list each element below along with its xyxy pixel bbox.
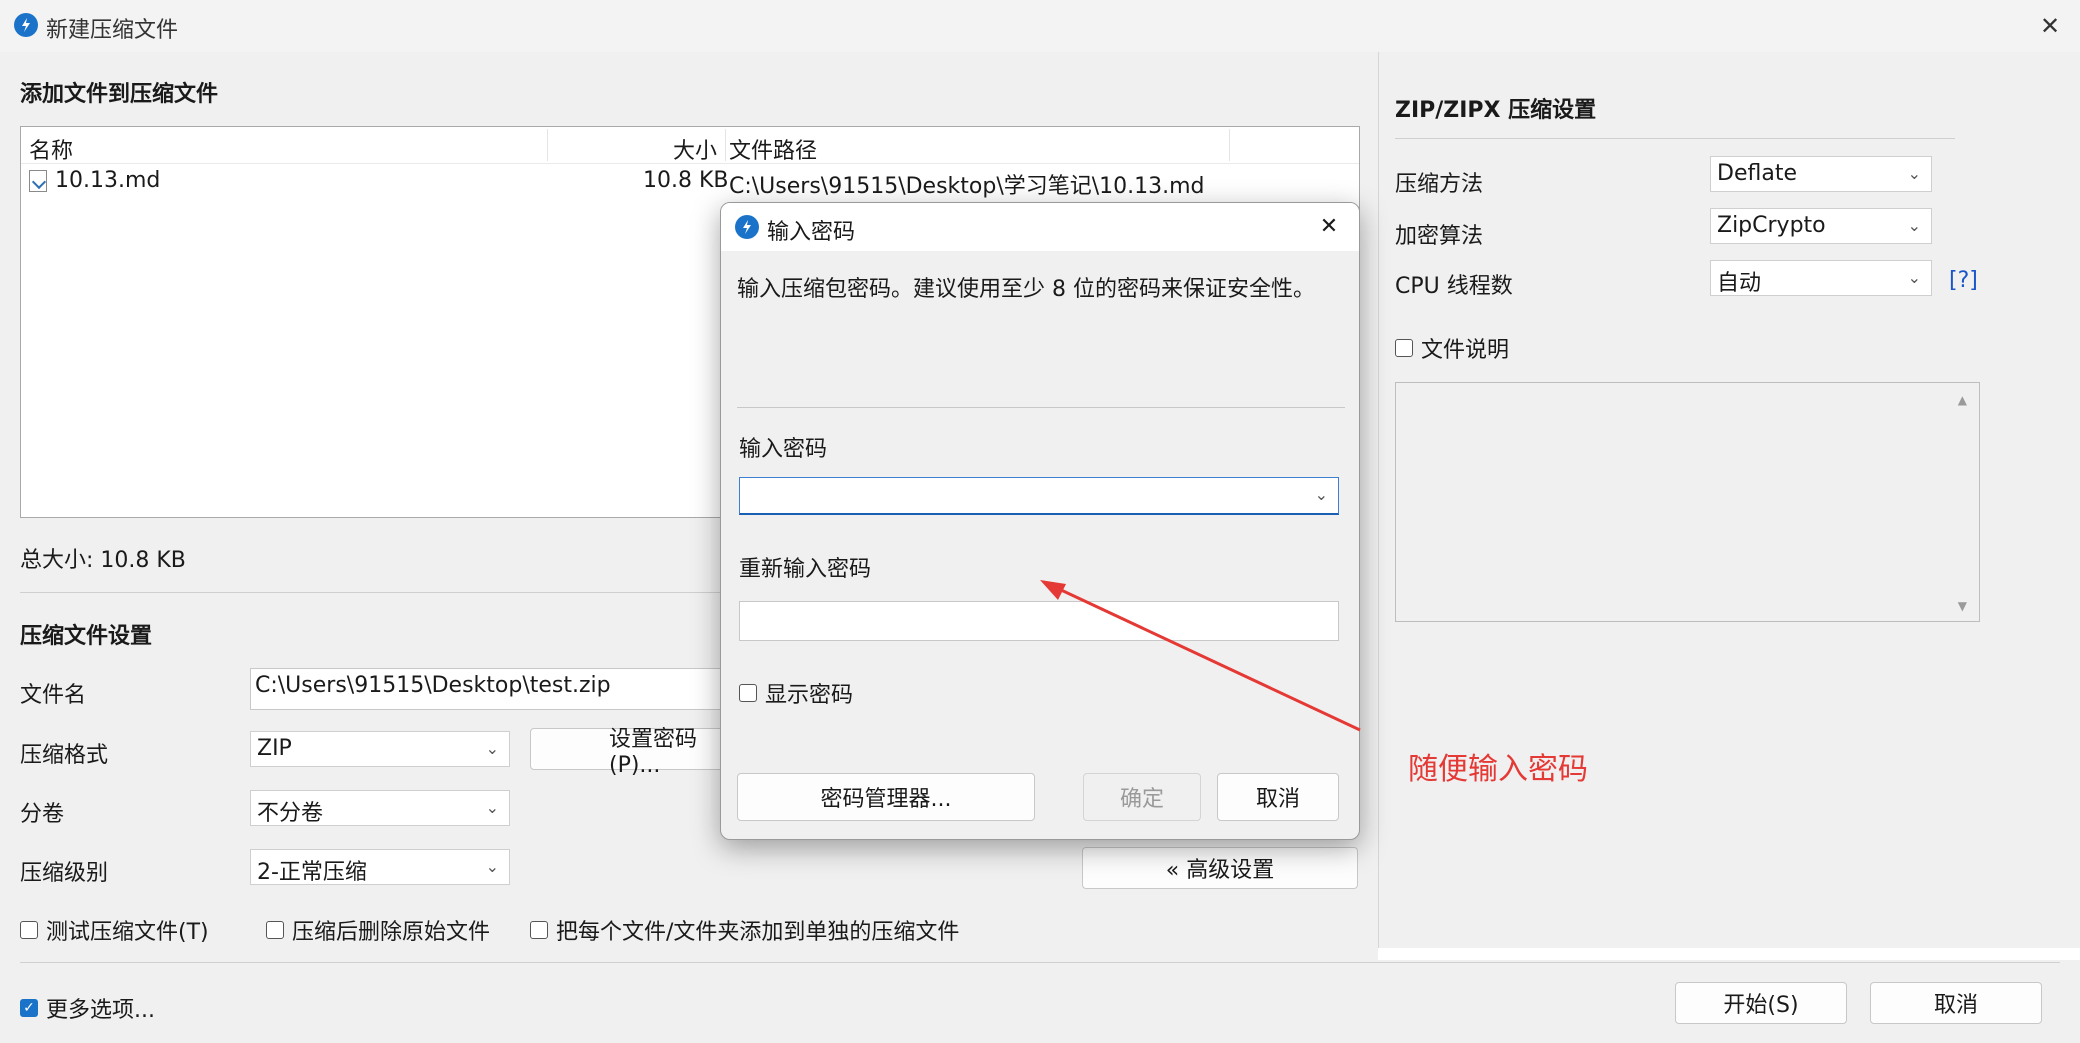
files-heading: 添加文件到压缩文件 [20, 82, 219, 107]
dialog-title: 输入密码 [767, 220, 856, 245]
ok-button[interactable]: 确定 [1083, 773, 1201, 821]
cancel-button[interactable]: 取消 [1870, 982, 2042, 1024]
comment-textarea[interactable]: ▲ ▼ [1395, 382, 1980, 622]
checkmark-icon[interactable]: ✓ [20, 999, 38, 1017]
annotation-text: 随便输入密码 [1408, 752, 1588, 787]
set-password-button[interactable]: 设置密码(P)... [530, 727, 730, 778]
dialog-close-button[interactable]: ✕ [1311, 209, 1347, 245]
file-name-cell: 10.13.md [55, 168, 161, 193]
volume-select[interactable]: 不分卷 ⌄ [250, 790, 510, 826]
level-select[interactable]: 2-正常压缩 ⌄ [250, 849, 510, 885]
checkbox-box[interactable] [20, 921, 38, 939]
chevron-down-icon[interactable]: ⌄ [1315, 485, 1328, 504]
column-divider[interactable] [547, 129, 548, 161]
zip-settings-heading: ZIP/ZIPX 压缩设置 [1395, 98, 1597, 123]
comment-label: 文件说明 [1421, 338, 1510, 363]
threads-value: 自动 [1717, 271, 1762, 296]
checkbox-box[interactable] [739, 684, 757, 702]
table-row[interactable]: 10.13.md 10.8 KB C:\Users\91515\Desktop\… [21, 165, 1359, 199]
column-header-size[interactable]: 大小 [673, 133, 717, 165]
window-title-bar: 新建压缩文件 ✕ [0, 0, 2080, 52]
column-divider[interactable] [725, 129, 726, 161]
test-archive-label: 测试压缩文件(T) [46, 920, 209, 945]
chevron-down-icon: ⌄ [1907, 216, 1921, 235]
comment-checkbox[interactable]: 文件说明 [1395, 332, 1509, 364]
column-header-name[interactable]: 名称 [29, 133, 73, 165]
filename-value: C:\Users\91515\Desktop\test.zip [255, 673, 611, 698]
filename-field[interactable]: C:\Users\91515\Desktop\test.zip [250, 668, 730, 710]
checkbox-box[interactable] [1395, 339, 1413, 357]
checkbox-box[interactable] [266, 921, 284, 939]
divider [20, 962, 2060, 963]
volume-label: 分卷 [20, 802, 65, 827]
chevron-down-icon: ⌄ [485, 798, 499, 817]
cancel-button-label: 取消 [1933, 993, 1978, 1018]
level-value: 2-正常压缩 [257, 860, 367, 885]
column-divider[interactable] [1229, 129, 1230, 161]
file-size-cell: 10.8 KB [643, 168, 729, 193]
ok-button-label: 确定 [1119, 787, 1164, 812]
password-manager-button[interactable]: 密码管理器... [737, 773, 1035, 821]
chevron-down-icon: ⌄ [485, 739, 499, 758]
app-logo-icon [14, 13, 38, 37]
chevron-down-icon: ⌄ [1907, 268, 1921, 287]
annotation-arrow-icon [1040, 580, 1361, 732]
dialog-title-bar: 输入密码 ✕ [721, 203, 1359, 251]
show-password-checkbox[interactable]: 显示密码 [739, 677, 853, 709]
format-label: 压缩格式 [20, 743, 109, 768]
encryption-select[interactable]: ZipCrypto ⌄ [1710, 208, 1932, 244]
test-archive-checkbox[interactable]: 测试压缩文件(T) [20, 914, 209, 946]
separate-archives-checkbox[interactable]: 把每个文件/文件夹添加到单独的压缩文件 [530, 914, 959, 946]
format-value: ZIP [257, 736, 292, 761]
advanced-settings-button[interactable]: « 高级设置 [1082, 847, 1358, 889]
encryption-label: 加密算法 [1395, 224, 1484, 249]
password-input[interactable]: ⌄ [739, 477, 1339, 515]
delete-originals-label: 压缩后删除原始文件 [292, 920, 491, 945]
settings-heading: 压缩文件设置 [20, 624, 153, 649]
scroll-down-arrow-icon[interactable]: ▼ [1958, 599, 1967, 613]
dialog-cancel-button[interactable]: 取消 [1217, 773, 1339, 821]
start-button-label: 开始(S) [1723, 993, 1799, 1018]
markdown-file-icon [29, 170, 47, 192]
format-select[interactable]: ZIP ⌄ [250, 731, 510, 767]
checkbox-box[interactable] [530, 921, 548, 939]
filename-label: 文件名 [20, 683, 87, 708]
advanced-settings-label: « 高级设置 [1165, 858, 1275, 883]
more-options-checkbox[interactable]: ✓ 更多选项... [20, 992, 155, 1024]
start-button[interactable]: 开始(S) [1675, 982, 1847, 1024]
column-header-path[interactable]: 文件路径 [729, 133, 817, 165]
threads-help-link[interactable]: [?] [1949, 268, 1978, 293]
separate-archives-label: 把每个文件/文件夹添加到单独的压缩文件 [556, 920, 960, 945]
threads-label: CPU 线程数 [1395, 274, 1513, 299]
level-label: 压缩级别 [20, 861, 109, 886]
more-options-label: 更多选项... [46, 998, 155, 1023]
chevron-down-icon: ⌄ [485, 857, 499, 876]
method-label: 压缩方法 [1395, 172, 1484, 197]
window-title: 新建压缩文件 [46, 18, 179, 43]
divider [737, 407, 1345, 408]
password-label: 输入密码 [739, 437, 828, 462]
window-close-button[interactable]: ✕ [2030, 8, 2070, 44]
show-password-label: 显示密码 [765, 683, 854, 708]
set-password-label: 设置密码(P)... [609, 726, 698, 778]
file-path-cell: C:\Users\91515\Desktop\学习笔记\10.13.md [729, 174, 1205, 199]
total-size: 总大小: 10.8 KB [20, 548, 186, 573]
divider [1395, 138, 1955, 139]
scroll-up-arrow-icon[interactable]: ▲ [1958, 393, 1967, 407]
dialog-cancel-label: 取消 [1255, 787, 1300, 812]
volume-value: 不分卷 [257, 801, 324, 826]
app-logo-icon [735, 215, 759, 239]
reenter-password-label: 重新输入密码 [739, 557, 872, 582]
encryption-value: ZipCrypto [1717, 213, 1826, 238]
password-manager-label: 密码管理器... [820, 787, 952, 812]
method-value: Deflate [1717, 161, 1797, 186]
delete-originals-checkbox[interactable]: 压缩后删除原始文件 [266, 914, 490, 946]
chevron-down-icon: ⌄ [1907, 164, 1921, 183]
threads-select[interactable]: 自动 ⌄ [1710, 260, 1932, 296]
method-select[interactable]: Deflate ⌄ [1710, 156, 1932, 192]
password-dialog: 输入密码 ✕ 输入压缩包密码。建议使用至少 8 位的密码来保证安全性。 输入密码… [720, 202, 1360, 840]
dialog-description: 输入压缩包密码。建议使用至少 8 位的密码来保证安全性。 [737, 277, 1315, 302]
